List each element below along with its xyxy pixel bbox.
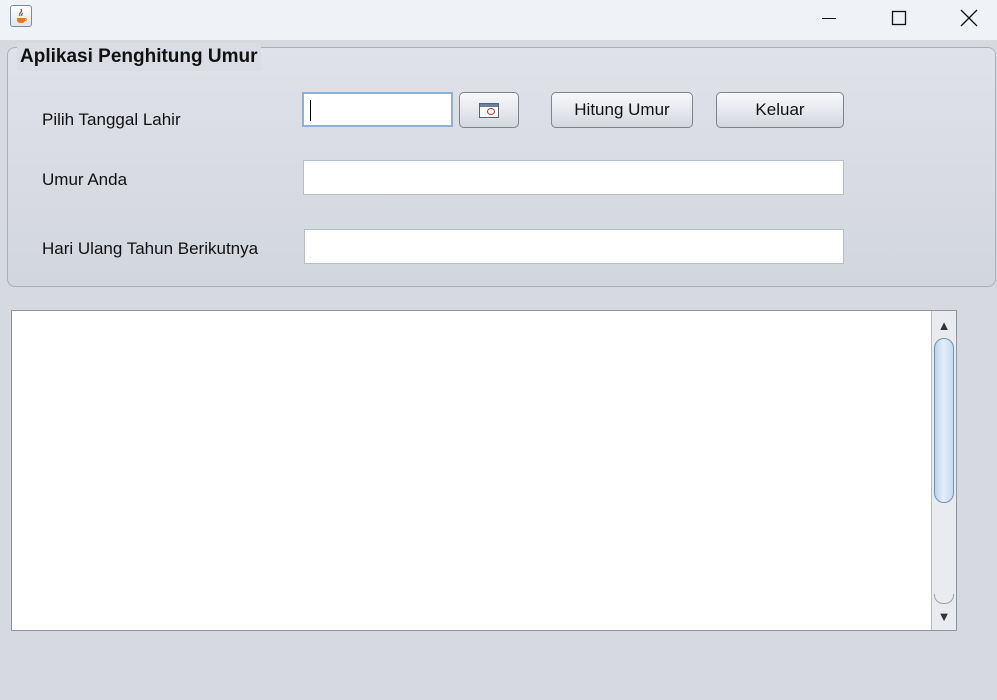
next-birthday-field[interactable] <box>304 229 844 264</box>
scroll-track-end <box>934 594 954 604</box>
title-bar <box>0 0 997 40</box>
birth-date-input[interactable] <box>302 92 453 127</box>
group-title: Aplikasi Penghitung Umur <box>17 43 261 71</box>
minimize-icon <box>821 10 837 26</box>
exit-button[interactable]: Keluar <box>716 92 844 128</box>
scroll-thumb[interactable] <box>934 338 954 503</box>
next-birthday-label: Hari Ulang Tahun Berikutnya <box>42 239 259 258</box>
scroll-up-arrow-icon[interactable]: ▲ <box>932 313 956 337</box>
output-text-area[interactable] <box>11 310 957 631</box>
java-cup-icon <box>10 5 32 27</box>
age-label: Umur Anda <box>42 170 128 189</box>
minimize-button[interactable] <box>794 0 864 36</box>
birth-date-label: Pilih Tanggal Lahir <box>42 110 181 129</box>
close-button[interactable] <box>934 0 997 36</box>
maximize-icon <box>891 10 907 26</box>
scroll-down-arrow-icon[interactable]: ▼ <box>932 604 956 628</box>
calendar-icon <box>479 102 499 118</box>
age-field[interactable] <box>303 160 844 195</box>
text-caret <box>310 100 311 121</box>
close-icon <box>960 9 978 27</box>
vertical-scrollbar[interactable]: ▲ ▼ <box>931 311 956 630</box>
calendar-picker-button[interactable] <box>459 92 519 128</box>
maximize-button[interactable] <box>864 0 934 36</box>
calculate-age-button[interactable]: Hitung Umur <box>551 92 693 128</box>
